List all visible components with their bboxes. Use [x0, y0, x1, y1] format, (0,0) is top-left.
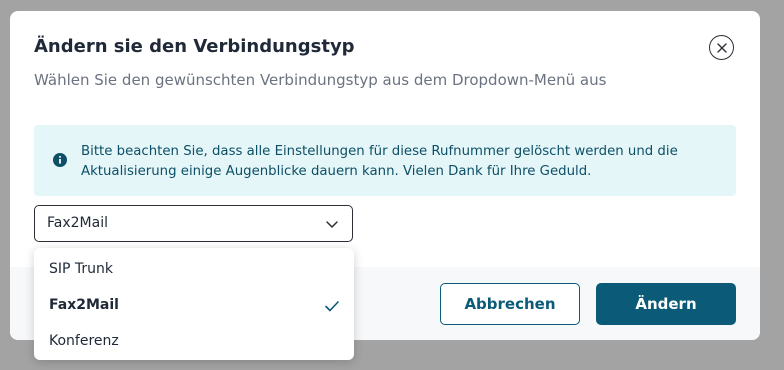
confirm-button[interactable]: Ändern [596, 283, 736, 325]
dropdown-option-sip-trunk[interactable]: SIP Trunk [34, 252, 354, 288]
dialog-subtitle: Wählen Sie den gewünschten Verbindungsty… [34, 71, 607, 89]
close-button[interactable] [709, 35, 734, 60]
dialog-title: Ändern sie den Verbindungstyp [34, 36, 355, 57]
info-icon [53, 153, 67, 167]
select-value: Fax2Mail [47, 215, 108, 231]
dropdown-option-konferenz[interactable]: Konferenz [34, 324, 354, 360]
close-icon [716, 42, 727, 53]
info-text: Bitte beachten Sie, dass alle Einstellun… [81, 144, 678, 179]
check-icon [325, 301, 339, 312]
cancel-button[interactable]: Abbrechen [440, 283, 580, 325]
chevron-down-icon [326, 221, 338, 228]
option-label: Konferenz [49, 333, 119, 349]
connection-type-select[interactable]: Fax2Mail [34, 205, 353, 242]
option-label: Fax2Mail [49, 297, 119, 313]
option-label: SIP Trunk [49, 261, 114, 277]
connection-type-dropdown: SIP Trunk Fax2Mail Konferenz [34, 248, 354, 360]
dropdown-option-fax2mail[interactable]: Fax2Mail [34, 288, 354, 324]
info-notice: Bitte beachten Sie, dass alle Einstellun… [34, 125, 736, 196]
